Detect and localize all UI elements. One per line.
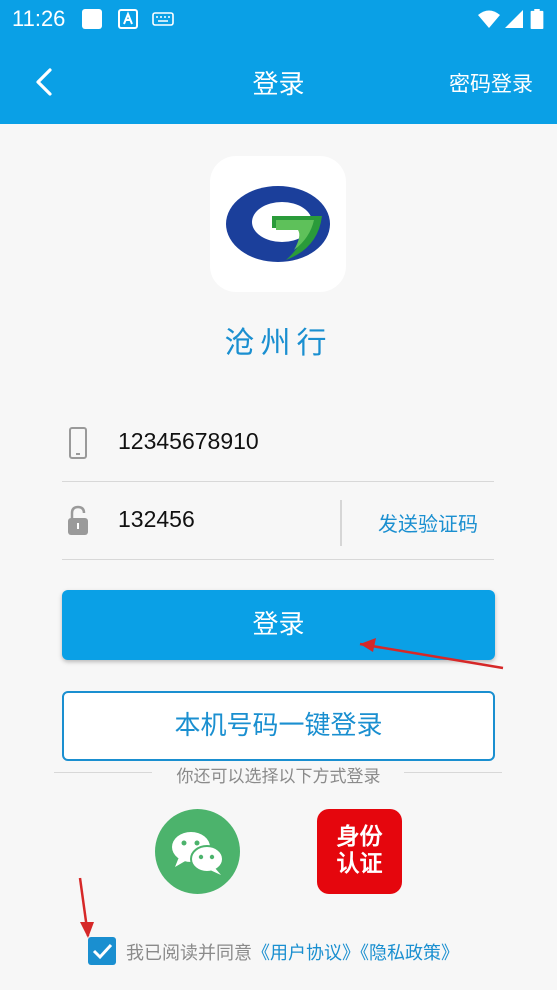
alternative-login-hint: 你还可以选择以下方式登录 — [176, 767, 381, 787]
app-logo — [210, 156, 346, 292]
notification-icon — [82, 9, 102, 29]
status-time: 11:26 — [12, 6, 66, 31]
one-key-login-button[interactable]: 本机号码一键登录 — [62, 691, 495, 761]
signal-icon — [505, 10, 523, 28]
code-field[interactable]: 132456 发送验证码 — [62, 482, 494, 560]
font-app-icon — [118, 9, 138, 29]
send-code-button[interactable]: 发送验证码 — [378, 508, 478, 537]
app-logo-icon — [226, 186, 330, 262]
wechat-icon — [172, 832, 224, 875]
nav-bar: 登录 密码登录 — [0, 38, 557, 124]
agreement-text: 我已阅读并同意《用户协议》《隐私政策》 — [126, 939, 459, 965]
phone-icon — [69, 427, 87, 459]
agreement-prefix: 我已阅读并同意 — [126, 943, 252, 964]
annotation-arrowhead-checkbox — [80, 922, 94, 938]
id-auth-button[interactable]: 身份 认证 — [317, 809, 402, 894]
app-name: 沧州行 — [224, 326, 333, 361]
login-button[interactable]: 登录 — [62, 590, 495, 660]
code-input[interactable]: 132456 — [118, 506, 195, 533]
id-auth-label-line2: 认证 — [336, 850, 383, 877]
lock-icon — [68, 505, 88, 535]
agreement-checkbox[interactable] — [88, 937, 116, 965]
status-bar: 11:26 — [0, 0, 557, 38]
user-agreement-link[interactable]: 《用户协议》 — [252, 943, 360, 964]
wechat-login-button[interactable] — [155, 809, 240, 894]
phone-field[interactable]: 12345678910 — [62, 404, 494, 482]
battery-icon — [530, 9, 544, 29]
field-divider — [340, 500, 342, 546]
checkmark-icon — [92, 943, 113, 960]
wifi-icon — [478, 10, 500, 28]
id-auth-label-line1: 身份 — [336, 823, 383, 850]
phone-input[interactable]: 12345678910 — [118, 428, 259, 455]
keyboard-icon — [152, 12, 174, 26]
annotation-arrow-checkbox — [78, 877, 90, 937]
password-login-link[interactable]: 密码登录 — [449, 68, 533, 98]
privacy-policy-link[interactable]: 《隐私政策》 — [360, 943, 459, 964]
